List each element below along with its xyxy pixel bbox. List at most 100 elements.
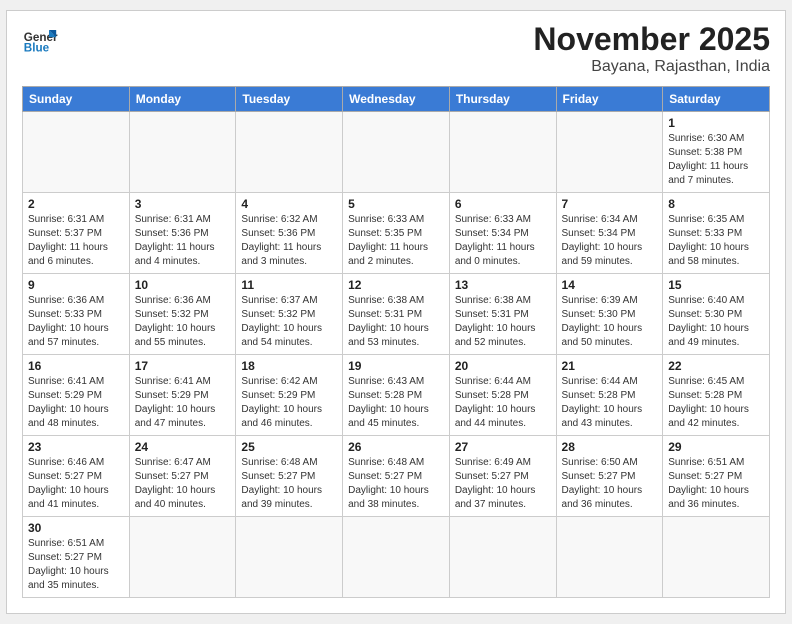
- subtitle: Bayana, Rajasthan, India: [533, 58, 770, 76]
- day-number: 22: [668, 359, 764, 373]
- day-number: 13: [455, 278, 551, 292]
- day-cell: 19 Sunrise: 6:43 AM Sunset: 5:28 PM Dayli…: [343, 355, 450, 436]
- day-cell: 18Sunrise: 6:42 AM Sunset: 5:29 PM Dayli…: [236, 355, 343, 436]
- day-info: Sunrise: 6:34 AM Sunset: 5:34 PM Dayligh…: [562, 213, 658, 269]
- day-number: 5: [348, 197, 444, 211]
- day-info: Sunrise: 6:40 AM Sunset: 5:30 PM Dayligh…: [668, 294, 764, 350]
- day-cell: 11 Sunrise: 6:37 AM Sunset: 5:32 PM Dayli…: [236, 274, 343, 355]
- day-number: 16: [28, 359, 124, 373]
- day-info: Sunrise: 6:44 AM Sunset: 5:28 PM Dayligh…: [455, 375, 551, 431]
- day-info: Sunrise: 6:42 AM Sunset: 5:29 PM Dayligh…: [241, 375, 337, 431]
- day-cell: 2Sunrise: 6:31 AM Sunset: 5:37 PM Daylig…: [23, 193, 130, 274]
- day-info: Sunrise: 6:45 AM Sunset: 5:28 PM Dayligh…: [668, 375, 764, 431]
- title-block: November 2025 Bayana, Rajasthan, India: [533, 21, 770, 76]
- month-title: November 2025: [533, 21, 770, 58]
- week-row-3: 9 Sunrise: 6:36 AM Sunset: 5:33 PM Daylig…: [23, 274, 770, 355]
- week-row-2: 2Sunrise: 6:31 AM Sunset: 5:37 PM Daylig…: [23, 193, 770, 274]
- week-row-5: 23 Sunrise: 6:46 AM Sunset: 5:27 PM Dayli…: [23, 436, 770, 517]
- day-cell: 14Sunrise: 6:39 AM Sunset: 5:30 PM Dayli…: [556, 274, 663, 355]
- day-cell: 26 Sunrise: 6:48 AM Sunset: 5:27 PM Dayli…: [343, 436, 450, 517]
- day-cell: 27 Sunrise: 6:49 AM Sunset: 5:27 PM Dayli…: [449, 436, 556, 517]
- day-number: 15: [668, 278, 764, 292]
- weekday-header-tuesday: Tuesday: [236, 87, 343, 112]
- day-info: Sunrise: 6:37 AM Sunset: 5:32 PM Dayligh…: [241, 294, 337, 350]
- day-cell: [236, 112, 343, 193]
- day-number: 26: [348, 440, 444, 454]
- day-info: Sunrise: 6:51 AM Sunset: 5:27 PM Dayligh…: [668, 456, 764, 512]
- weekday-header-sunday: Sunday: [23, 87, 130, 112]
- day-info: Sunrise: 6:38 AM Sunset: 5:31 PM Dayligh…: [348, 294, 444, 350]
- day-info: Sunrise: 6:35 AM Sunset: 5:33 PM Dayligh…: [668, 213, 764, 269]
- day-cell: 13Sunrise: 6:38 AM Sunset: 5:31 PM Dayli…: [449, 274, 556, 355]
- day-number: 20: [455, 359, 551, 373]
- day-info: Sunrise: 6:41 AM Sunset: 5:29 PM Dayligh…: [28, 375, 124, 431]
- day-cell: [129, 112, 236, 193]
- day-cell: 10 Sunrise: 6:36 AM Sunset: 5:32 PM Dayli…: [129, 274, 236, 355]
- day-cell: [449, 112, 556, 193]
- day-info: Sunrise: 6:48 AM Sunset: 5:27 PM Dayligh…: [241, 456, 337, 512]
- day-info: Sunrise: 6:46 AM Sunset: 5:27 PM Dayligh…: [28, 456, 124, 512]
- day-info: Sunrise: 6:36 AM Sunset: 5:33 PM Dayligh…: [28, 294, 124, 350]
- day-number: 14: [562, 278, 658, 292]
- week-row-4: 16 Sunrise: 6:41 AM Sunset: 5:29 PM Dayli…: [23, 355, 770, 436]
- day-number: 10: [135, 278, 231, 292]
- day-number: 27: [455, 440, 551, 454]
- day-cell: [663, 517, 770, 598]
- day-number: 29: [668, 440, 764, 454]
- day-info: Sunrise: 6:33 AM Sunset: 5:35 PM Dayligh…: [348, 213, 444, 269]
- day-cell: [343, 517, 450, 598]
- weekday-header-row: SundayMondayTuesdayWednesdayThursdayFrid…: [23, 87, 770, 112]
- day-cell: [129, 517, 236, 598]
- day-info: Sunrise: 6:48 AM Sunset: 5:27 PM Dayligh…: [348, 456, 444, 512]
- day-number: 1: [668, 116, 764, 130]
- day-info: Sunrise: 6:43 AM Sunset: 5:28 PM Dayligh…: [348, 375, 444, 431]
- day-number: 17: [135, 359, 231, 373]
- week-row-1: 1Sunrise: 6:30 AM Sunset: 5:38 PM Daylig…: [23, 112, 770, 193]
- day-cell: [236, 517, 343, 598]
- day-info: Sunrise: 6:49 AM Sunset: 5:27 PM Dayligh…: [455, 456, 551, 512]
- week-row-6: 30 Sunrise: 6:51 AM Sunset: 5:27 PM Dayli…: [23, 517, 770, 598]
- day-info: Sunrise: 6:47 AM Sunset: 5:27 PM Dayligh…: [135, 456, 231, 512]
- day-cell: [556, 517, 663, 598]
- day-cell: 6Sunrise: 6:33 AM Sunset: 5:34 PM Daylig…: [449, 193, 556, 274]
- day-info: Sunrise: 6:32 AM Sunset: 5:36 PM Dayligh…: [241, 213, 337, 269]
- svg-text:Blue: Blue: [24, 42, 50, 55]
- day-number: 24: [135, 440, 231, 454]
- day-number: 28: [562, 440, 658, 454]
- day-number: 8: [668, 197, 764, 211]
- calendar-table: SundayMondayTuesdayWednesdayThursdayFrid…: [22, 86, 770, 598]
- day-number: 23: [28, 440, 124, 454]
- day-number: 19: [348, 359, 444, 373]
- day-number: 25: [241, 440, 337, 454]
- weekday-header-saturday: Saturday: [663, 87, 770, 112]
- weekday-header-thursday: Thursday: [449, 87, 556, 112]
- day-cell: 1Sunrise: 6:30 AM Sunset: 5:38 PM Daylig…: [663, 112, 770, 193]
- day-cell: 3Sunrise: 6:31 AM Sunset: 5:36 PM Daylig…: [129, 193, 236, 274]
- day-cell: 24 Sunrise: 6:47 AM Sunset: 5:27 PM Dayli…: [129, 436, 236, 517]
- day-cell: 28 Sunrise: 6:50 AM Sunset: 5:27 PM Dayli…: [556, 436, 663, 517]
- weekday-header-wednesday: Wednesday: [343, 87, 450, 112]
- day-info: Sunrise: 6:50 AM Sunset: 5:27 PM Dayligh…: [562, 456, 658, 512]
- day-number: 30: [28, 521, 124, 535]
- day-cell: 9 Sunrise: 6:36 AM Sunset: 5:33 PM Daylig…: [23, 274, 130, 355]
- day-cell: 23 Sunrise: 6:46 AM Sunset: 5:27 PM Dayli…: [23, 436, 130, 517]
- day-cell: [343, 112, 450, 193]
- day-cell: [449, 517, 556, 598]
- day-number: 9: [28, 278, 124, 292]
- day-info: Sunrise: 6:36 AM Sunset: 5:32 PM Dayligh…: [135, 294, 231, 350]
- day-number: 11: [241, 278, 337, 292]
- day-cell: 21Sunrise: 6:44 AM Sunset: 5:28 PM Dayli…: [556, 355, 663, 436]
- day-cell: 17 Sunrise: 6:41 AM Sunset: 5:29 PM Dayli…: [129, 355, 236, 436]
- day-number: 7: [562, 197, 658, 211]
- day-cell: 8 Sunrise: 6:35 AM Sunset: 5:33 PM Daylig…: [663, 193, 770, 274]
- day-info: Sunrise: 6:31 AM Sunset: 5:37 PM Dayligh…: [28, 213, 124, 269]
- calendar-container: General Blue November 2025 Bayana, Rajas…: [6, 10, 786, 614]
- day-info: Sunrise: 6:41 AM Sunset: 5:29 PM Dayligh…: [135, 375, 231, 431]
- day-cell: 16 Sunrise: 6:41 AM Sunset: 5:29 PM Dayli…: [23, 355, 130, 436]
- day-cell: 25 Sunrise: 6:48 AM Sunset: 5:27 PM Dayli…: [236, 436, 343, 517]
- day-cell: 30 Sunrise: 6:51 AM Sunset: 5:27 PM Dayli…: [23, 517, 130, 598]
- day-cell: 22 Sunrise: 6:45 AM Sunset: 5:28 PM Dayli…: [663, 355, 770, 436]
- day-number: 21: [562, 359, 658, 373]
- day-info: Sunrise: 6:51 AM Sunset: 5:27 PM Dayligh…: [28, 537, 124, 593]
- logo-icon: General Blue: [22, 21, 58, 57]
